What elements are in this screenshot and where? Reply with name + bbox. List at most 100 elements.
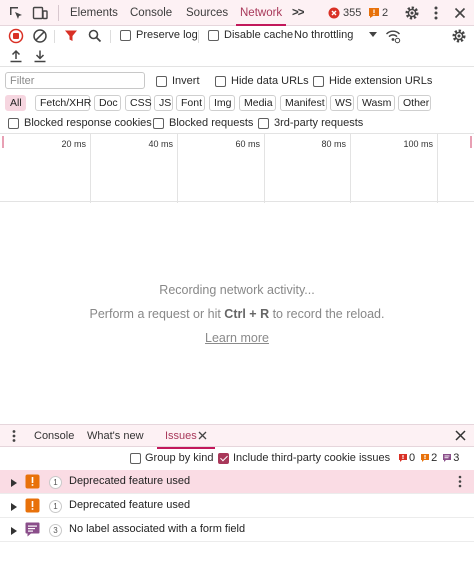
tab-network[interactable]: Network [235,0,287,26]
issue-error-icon [399,454,407,462]
issue-menu-kebab-icon[interactable] [457,475,463,491]
drawer-tab-issues[interactable]: Issues [157,425,215,449]
drawer-tab-console[interactable]: Console [34,425,74,448]
invert-box[interactable] [156,75,167,87]
learn-more-link[interactable]: Learn more [205,331,269,345]
type-filter-css[interactable]: CSS [125,95,152,111]
type-filter-all[interactable]: All [5,95,26,111]
third-party-requests-box[interactable] [258,117,269,129]
reload-hint-suffix: to record the reload. [269,307,385,321]
group-by-kind-checkbox[interactable]: Group by kind [130,452,213,464]
include-third-party-checkbox[interactable]: Include third-party cookie issues [218,452,390,464]
issue-info-count: 3 [453,452,460,464]
dropdown-arrow-icon [369,29,378,41]
filter-funnel-icon[interactable] [64,29,78,46]
type-filter-font[interactable]: Font [176,95,205,111]
blocked-response-cookies-checkbox[interactable]: Blocked response cookies [8,117,152,129]
type-filter-doc[interactable]: Doc [94,95,121,111]
drawer-menu-kebab-icon[interactable] [9,429,19,446]
issue-row[interactable]: 1 Deprecated feature used [0,470,474,494]
issue-title: Deprecated feature used [69,499,191,511]
export-har-download-icon[interactable] [33,49,47,66]
include-third-party-box[interactable] [218,452,229,464]
tab-elements[interactable]: Elements [70,0,118,26]
throttling-select[interactable]: No throttling [294,29,378,41]
recording-message: Recording network activity... [159,283,315,297]
timeline-gridline [264,134,265,203]
disable-cache-box[interactable] [208,29,219,41]
more-tabs-button[interactable]: >> [292,0,304,26]
hide-data-urls-box[interactable] [215,75,226,87]
warning-count[interactable]: 2 [382,0,388,26]
type-filter-fetch-xhr[interactable]: Fetch/XHR [35,95,91,111]
import-har-upload-icon[interactable] [9,49,23,66]
group-by-kind-label: Group by kind [145,452,214,464]
third-party-requests-checkbox[interactable]: 3rd-party requests [258,117,363,129]
clear-icon[interactable] [32,28,48,47]
issue-count-bubble: 3 [49,524,62,537]
expand-arrow-icon[interactable] [11,502,17,514]
reload-hint: Perform a request or hit Ctrl + R to rec… [0,307,474,321]
third-party-requests-label: 3rd-party requests [274,117,364,129]
issue-counters[interactable]: 0 2 3 [398,452,459,464]
blocked-requests-box[interactable] [153,117,164,129]
warning-icon [368,7,380,19]
network-settings-gear-icon[interactable] [451,28,467,47]
divider [198,30,199,43]
type-filter-other[interactable]: Other [398,95,431,111]
drawer-tab-whats-new[interactable]: What's new [87,425,144,448]
type-filter-js[interactable]: JS [154,95,173,111]
expand-arrow-icon[interactable] [11,478,17,490]
close-issues-tab-icon[interactable] [198,431,207,443]
network-overview-timeline[interactable]: 20 ms 40 ms 60 ms 80 ms 100 ms [0,133,474,203]
reload-shortcut: Ctrl + R [224,307,270,321]
timeline-tick-label: 20 ms [61,139,86,149]
throttling-value: No throttling [294,29,354,41]
invert-label: Invert [172,75,200,87]
devtools-tab-bar: Elements Console Sources Network >> 355 … [0,0,474,26]
type-filter-img[interactable]: Img [209,95,235,111]
filter-input[interactable] [5,72,145,89]
timeline-left-handle[interactable] [2,136,4,148]
type-filter-wasm[interactable]: Wasm [357,95,395,111]
timeline-gridline [350,134,351,203]
preserve-log-box[interactable] [120,29,131,41]
issue-count-bubble: 1 [49,476,62,489]
invert-checkbox[interactable]: Invert [156,75,200,87]
issue-row[interactable]: 1 Deprecated feature used [0,494,474,518]
network-conditions-wifi-icon[interactable] [385,28,401,47]
issue-title: Deprecated feature used [69,475,191,487]
search-icon[interactable] [88,29,102,46]
settings-gear-icon[interactable] [404,5,420,21]
group-by-kind-box[interactable] [130,452,141,464]
close-devtools-icon[interactable] [452,5,468,21]
issue-warning-icon [421,454,430,462]
blocked-response-cookies-box[interactable] [8,117,19,129]
blocked-requests-checkbox[interactable]: Blocked requests [153,117,253,129]
timeline-right-handle[interactable] [470,136,472,148]
more-options-kebab-icon[interactable] [428,5,444,21]
type-filter-ws[interactable]: WS [330,95,354,111]
error-count[interactable]: 355 [343,0,361,26]
timeline-tick-label: 80 ms [321,139,346,149]
issue-row[interactable]: 3 No label associated with a form field [0,518,474,542]
timeline-tick-label: 40 ms [148,139,173,149]
close-drawer-icon[interactable] [455,430,466,444]
preserve-log-checkbox[interactable]: Preserve log [120,29,198,41]
hide-extension-urls-box[interactable] [313,75,324,87]
disable-cache-checkbox[interactable]: Disable cache [208,29,293,41]
type-filter-media[interactable]: Media [239,95,276,111]
hide-data-urls-label: Hide data URLs [231,75,309,87]
tab-console[interactable]: Console [130,0,172,26]
warning-issue-icon [25,498,40,516]
expand-arrow-icon[interactable] [11,526,17,538]
inspect-element-icon[interactable] [8,5,24,21]
preserve-log-label: Preserve log [136,29,198,41]
stop-recording-icon[interactable] [8,28,24,47]
tab-sources[interactable]: Sources [186,0,228,26]
hide-data-urls-checkbox[interactable]: Hide data URLs [215,75,309,87]
hide-extension-urls-checkbox[interactable]: Hide extension URLs [313,75,432,87]
issue-error-count: 0 [409,452,416,464]
type-filter-manifest[interactable]: Manifest [280,95,327,111]
device-toolbar-icon[interactable] [32,5,48,21]
